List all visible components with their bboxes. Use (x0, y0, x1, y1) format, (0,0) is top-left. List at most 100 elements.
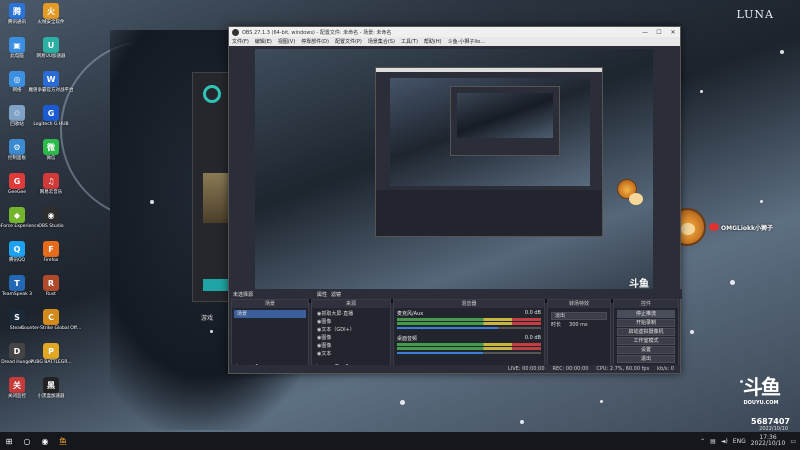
desktop-icon[interactable]: Q 腾讯QQ (2, 240, 32, 272)
status-rec: REC: 00:00:00 (552, 366, 589, 372)
menu-item[interactable]: 编辑(E) (255, 38, 272, 45)
volume-slider[interactable] (397, 327, 541, 329)
mixer-dock: 混音器 麦克风/Aux 0.0 dB 桌面音频 0.0 dB (393, 299, 545, 373)
source-label: 图像 (321, 335, 332, 341)
language-indicator[interactable]: ENG (733, 438, 746, 445)
controls-dock: 控件 停止推流 开始录制 启动虚拟摄像机 工作室模式 设置 退出 (613, 299, 679, 373)
snowflake (690, 330, 694, 334)
menu-item[interactable]: 停靠部件(D) (301, 38, 329, 45)
control-button[interactable]: 设置 (617, 346, 675, 354)
minimize-icon[interactable]: — (638, 29, 652, 36)
source-item[interactable]: ◉ 文本 (314, 350, 388, 358)
desktop-icon-label: OBS Studio (38, 224, 64, 229)
snowflake (600, 400, 603, 403)
control-button[interactable]: 工作室模式 (617, 337, 675, 345)
mixer-channel: 桌面音频 0.0 dB (394, 333, 544, 358)
close-icon[interactable]: ✕ (666, 29, 680, 36)
desktop-icon[interactable]: ◆GeForce Experience (0, 206, 39, 238)
desktop-icon[interactable]: D Dread Hunger (1, 342, 33, 374)
desktop-icon[interactable]: 关关闭监控 (2, 376, 32, 408)
desktop-icon[interactable]: T TeamSpeak 3 (2, 274, 32, 306)
source-item[interactable]: ◉ 图像 (314, 342, 388, 350)
desktop-icon[interactable]: ◎ 网络 (2, 70, 32, 102)
desktop-icon[interactable]: 火火绒安全软件 (36, 2, 66, 34)
desktop-icon[interactable]: S Steam (2, 308, 32, 340)
desktop-icon[interactable]: ◉ OBS Studio (36, 206, 66, 238)
source-label: 文本 (321, 351, 332, 357)
notification-icon[interactable]: ▭ (790, 438, 796, 445)
menu-item[interactable]: 帮助(H) (424, 38, 442, 45)
preview-lion-icon (617, 179, 643, 205)
source-item[interactable]: ◉ 文本（GDI+） (314, 326, 388, 334)
app-icon: G (9, 173, 25, 189)
source-item[interactable]: ◉ 图像 (314, 334, 388, 342)
desktop-icon[interactable]: C Counter-Strike Global Off... (21, 308, 81, 340)
desktop-icon[interactable]: F Firefox (36, 240, 66, 272)
control-button[interactable]: 开始录制 (617, 319, 675, 327)
desktop-icon[interactable]: 腾腾讯通讯 (2, 2, 32, 34)
desktop-icon[interactable]: P PUBG BATTLEGR... (30, 342, 72, 374)
desktop-icon-label: GeeGee (7, 190, 27, 195)
nested-preview (390, 78, 590, 186)
menu-item[interactable]: 场景集合(S) (368, 38, 395, 45)
desktop-icon[interactable]: 微微信 (36, 138, 66, 170)
cortana-icon[interactable]: ○ (18, 432, 36, 450)
scenes-dock: 场景 场景 + − ⌃ ⌄ (231, 299, 309, 373)
source-item[interactable]: ◉ 图像 (314, 318, 388, 326)
menu-item[interactable]: 斗鱼-小狮子lio... (448, 38, 485, 45)
desktop-icon[interactable]: ⚙ 控制面板 (2, 138, 32, 170)
transition-duration[interactable]: 时长 300 ms (548, 321, 610, 329)
luna-watermark: LUNA (736, 8, 774, 21)
desktop-icon[interactable]: G Logitech G HUB (33, 104, 69, 136)
obs-taskbar-icon[interactable]: ◉ (36, 432, 54, 450)
nested-obs-window (375, 67, 603, 237)
desktop-icon[interactable]: U 网易UU加速器 (36, 36, 66, 68)
chevron-up-icon[interactable]: ⌃ (700, 438, 705, 445)
mixer-channel: 麦克风/Aux 0.0 dB (394, 308, 544, 333)
volume-icon[interactable]: ◄) (721, 438, 728, 445)
transition-select[interactable]: 淡出 (551, 312, 607, 320)
obs-preview[interactable]: 斗鱼 (255, 49, 653, 303)
background-app-window[interactable]: 游戏 (192, 72, 230, 322)
windows-start-icon[interactable]: ⊞ (0, 432, 18, 450)
desktop-icon-label: Counter-Strike Global Off... (20, 326, 82, 331)
desktop-icon-label: 微信 (46, 156, 56, 161)
channel-db: 0.0 dB (524, 335, 541, 341)
control-button[interactable]: 停止推流 (617, 310, 675, 318)
play-button[interactable] (203, 279, 229, 291)
control-button[interactable]: 启动虚拟摄像机 (617, 328, 675, 336)
desktop-icon[interactable]: ♫ 网易云音乐 (36, 172, 66, 204)
desktop-icon-label: 火绒安全软件 (37, 20, 65, 25)
app-icon: S (9, 309, 25, 325)
maximize-icon[interactable]: ☐ (652, 29, 666, 36)
clock[interactable]: 17:36 2022/10/10 (751, 435, 786, 447)
douyu-taskbar-icon[interactable]: 鱼 (54, 432, 72, 450)
desktop-icon[interactable]: 黑小黑盒加速器 (36, 376, 66, 408)
obs-window[interactable]: OBS 27.1.3 (64-bit, windows) - 配置文件: 未命名… (228, 26, 682, 374)
transitions-title: 转场特效 (548, 300, 610, 308)
source-label: 图像 (321, 343, 332, 349)
control-button[interactable]: 退出 (617, 355, 675, 363)
network-icon[interactable]: ▤ (710, 438, 716, 445)
menu-item[interactable]: 视图(V) (278, 38, 295, 45)
volume-meter (397, 347, 541, 350)
scene-item[interactable]: 场景 (234, 310, 306, 318)
app-icon: ♫ (43, 173, 59, 189)
desktop-icon[interactable]: G GeeGee (2, 172, 32, 204)
clock-date: 2022/10/10 (750, 440, 786, 447)
filters-button[interactable]: 滤镜 (331, 291, 341, 298)
desktop-icon[interactable]: ♲ 回收站 (2, 104, 32, 136)
volume-slider[interactable] (397, 352, 541, 354)
desktop-icon[interactable]: R Rust (36, 274, 66, 306)
desktop-icon[interactable]: W 魔兽争霸官方对战平台 (29, 70, 74, 102)
menu-item[interactable]: 文件(F) (232, 38, 249, 45)
menu-item[interactable]: 配置文件(P) (335, 38, 362, 45)
snowflake (210, 330, 213, 333)
nested-obs-window-2 (450, 86, 560, 156)
source-item[interactable]: ◉ 抓取大屏-直播 (314, 310, 388, 318)
menu-item[interactable]: 工具(T) (401, 38, 418, 45)
desktop-icon[interactable]: ▣ 此电脑 (2, 36, 32, 68)
properties-button[interactable]: 属性 (317, 291, 327, 298)
background-app-text: 游戏 (201, 315, 214, 322)
obs-titlebar[interactable]: OBS 27.1.3 (64-bit, windows) - 配置文件: 未命名… (229, 27, 680, 37)
